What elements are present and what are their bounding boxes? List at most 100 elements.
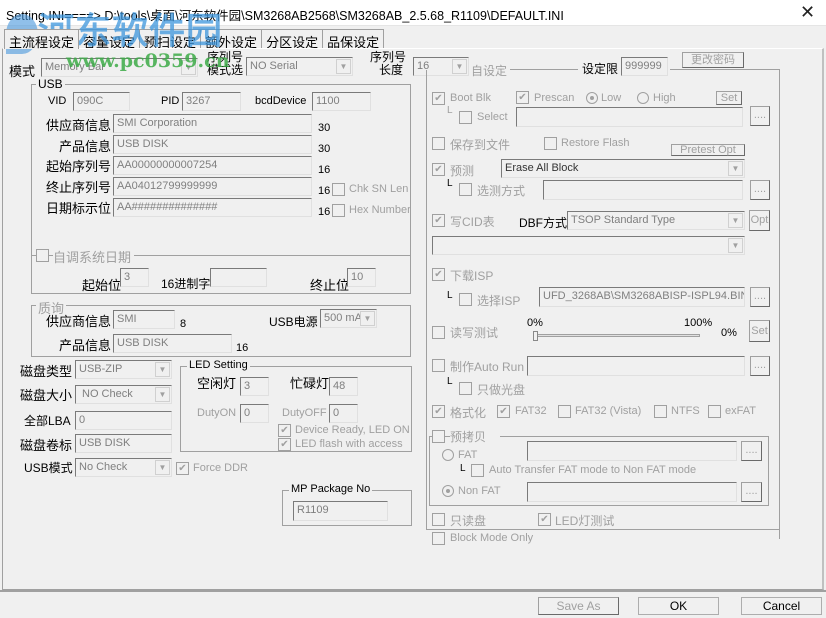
save-to-file-checkbox[interactable] [432,137,445,150]
save-as-button[interactable]: Save As [538,597,619,615]
format-checkbox[interactable]: ✔ [432,405,445,418]
tab-extra[interactable]: 额外设定 [200,29,263,50]
pretest-opt-button[interactable]: Pretest Opt [671,144,745,156]
isp-path-field[interactable]: UFD_3268AB\SM3268ABISP-ISPL94.BIN [539,287,745,307]
led-flash-checkbox[interactable]: ✔ [278,438,291,451]
force-ddr-checkbox[interactable]: ✔ [176,462,189,475]
mode-select[interactable]: Memory Bar ▼ [41,58,198,77]
mp-package-field[interactable]: R1109 [293,501,388,521]
precopy-checkbox[interactable] [432,430,445,443]
chevron-down-icon: ▼ [728,238,743,253]
tab-capacity[interactable]: 容量设定 [78,29,141,50]
slider-value: 0% [721,327,737,339]
select-label: Select [477,111,508,123]
pretest-method-browse-button[interactable]: .... [750,180,770,200]
device-ready-checkbox[interactable]: ✔ [278,424,291,437]
close-icon[interactable]: ✕ [800,2,815,23]
end-bit-field[interactable]: 10 [347,268,376,287]
autorun-browse-button[interactable]: .... [750,356,770,376]
pretest-method-field[interactable] [543,180,743,200]
duty-on-label: DutyON [197,407,237,419]
disk-type-select[interactable]: USB-ZIP ▼ [75,360,172,379]
block-mode-checkbox[interactable] [432,532,445,545]
write-cid-checkbox[interactable]: ✔ [432,214,445,227]
led-test-checkbox[interactable]: ✔ [538,513,551,526]
cid-table-select[interactable]: ▼ [432,236,745,255]
usb-mode-label: USB模式 [24,461,73,475]
start-bit-field[interactable]: 3 [120,268,149,287]
rw-test-set-button[interactable]: Set [749,320,770,342]
total-lba-field[interactable]: 0 [75,411,172,430]
auto-date-label: 自调系统日期 [53,247,135,266]
volume-field[interactable]: USB DISK [75,434,172,453]
duty-off-label: DutyOFF [282,407,327,419]
vendor-length: 30 [318,122,331,134]
usb-mode-select[interactable]: No Check ▼ [75,458,172,477]
tab-partition[interactable]: 分区设定 [261,29,324,50]
non-fat-radio[interactable] [442,485,454,497]
dbf-opt-button[interactable]: Opt [749,210,770,231]
disk-size-select[interactable]: NO Check ▼ [75,385,172,404]
pid-field[interactable]: 3267 [182,92,241,111]
tab-qa[interactable]: 品保设定 [322,29,385,50]
prescan-checkbox[interactable]: ✔ [516,91,529,104]
hex-number-checkbox[interactable] [332,204,345,217]
readonly-checkbox[interactable] [432,513,445,526]
tab-main-flow[interactable]: 主流程设定 [4,29,80,50]
fat-radio[interactable] [442,449,454,461]
pretest-method-checkbox[interactable] [459,183,472,196]
ntfs-checkbox[interactable] [654,405,667,418]
rw-test-slider-track[interactable] [534,334,700,337]
non-fat-browse-button[interactable]: .... [741,482,762,502]
select-checkbox[interactable] [459,111,472,124]
download-isp-checkbox[interactable]: ✔ [432,268,445,281]
ok-button[interactable]: OK [638,597,719,615]
select-isp-checkbox[interactable] [459,293,472,306]
bcd-field[interactable]: 1100 [312,92,371,111]
vendor-field[interactable]: SMI Corporation [113,114,312,133]
change-password-button[interactable]: 更改密码 [682,52,744,68]
product-field[interactable]: USB DISK [113,135,312,154]
rw-test-slider-thumb[interactable] [533,331,538,341]
select-browse-button[interactable]: .... [750,106,770,126]
exfat-checkbox[interactable] [708,405,721,418]
fat32-vista-checkbox[interactable] [558,405,571,418]
usb-power-select[interactable]: 500 mA ▼ [320,309,377,328]
auto-date-checkbox[interactable] [36,249,49,262]
duty-on-field[interactable]: 0 [240,404,269,423]
chevron-down-icon: ▼ [360,311,375,326]
select-path-field[interactable] [516,107,743,127]
tab-prescan[interactable]: 预扫设定 [139,29,202,50]
end-sn-field[interactable]: AA04012799999999 [113,177,312,196]
start-sn-field[interactable]: AA00000000007254 [113,156,312,175]
duty-off-field[interactable]: 0 [329,404,358,423]
autorun-path-field[interactable] [527,356,745,376]
pretest-select[interactable]: Erase All Block ▼ [501,159,745,178]
fat-browse-button[interactable]: .... [741,441,762,461]
inquiry-product-field[interactable]: USB DISK [113,334,232,353]
autorun-checkbox[interactable] [432,359,445,372]
non-fat-path-field[interactable] [527,482,737,502]
low-radio[interactable] [586,92,598,104]
prescan-set-button[interactable]: Set [716,91,742,105]
busy-led-field[interactable]: 48 [329,377,358,396]
high-radio[interactable] [637,92,649,104]
boot-blk-checkbox[interactable]: ✔ [432,92,445,105]
restore-flash-checkbox[interactable] [544,137,557,150]
dbf-select[interactable]: TSOP Standard Type ▼ [567,211,745,230]
chk-sn-len-checkbox[interactable] [332,183,345,196]
serial-mode-select[interactable]: NO Serial ▼ [246,57,353,76]
cancel-button[interactable]: Cancel [741,597,822,615]
pretest-checkbox[interactable]: ✔ [432,163,445,176]
fat-path-field[interactable] [527,441,737,461]
rw-test-checkbox[interactable] [432,326,445,339]
hex-char-field[interactable] [210,268,267,287]
auto-transfer-checkbox[interactable] [471,464,484,477]
idle-led-field[interactable]: 3 [240,377,269,396]
inquiry-vendor-field[interactable]: SMI [113,310,175,329]
isp-browse-button[interactable]: .... [750,287,770,307]
fat32-checkbox[interactable]: ✔ [497,405,510,418]
cdrom-only-checkbox[interactable] [459,382,472,395]
date-field[interactable]: AA############## [113,198,312,217]
vid-field[interactable]: 090C [73,92,130,111]
